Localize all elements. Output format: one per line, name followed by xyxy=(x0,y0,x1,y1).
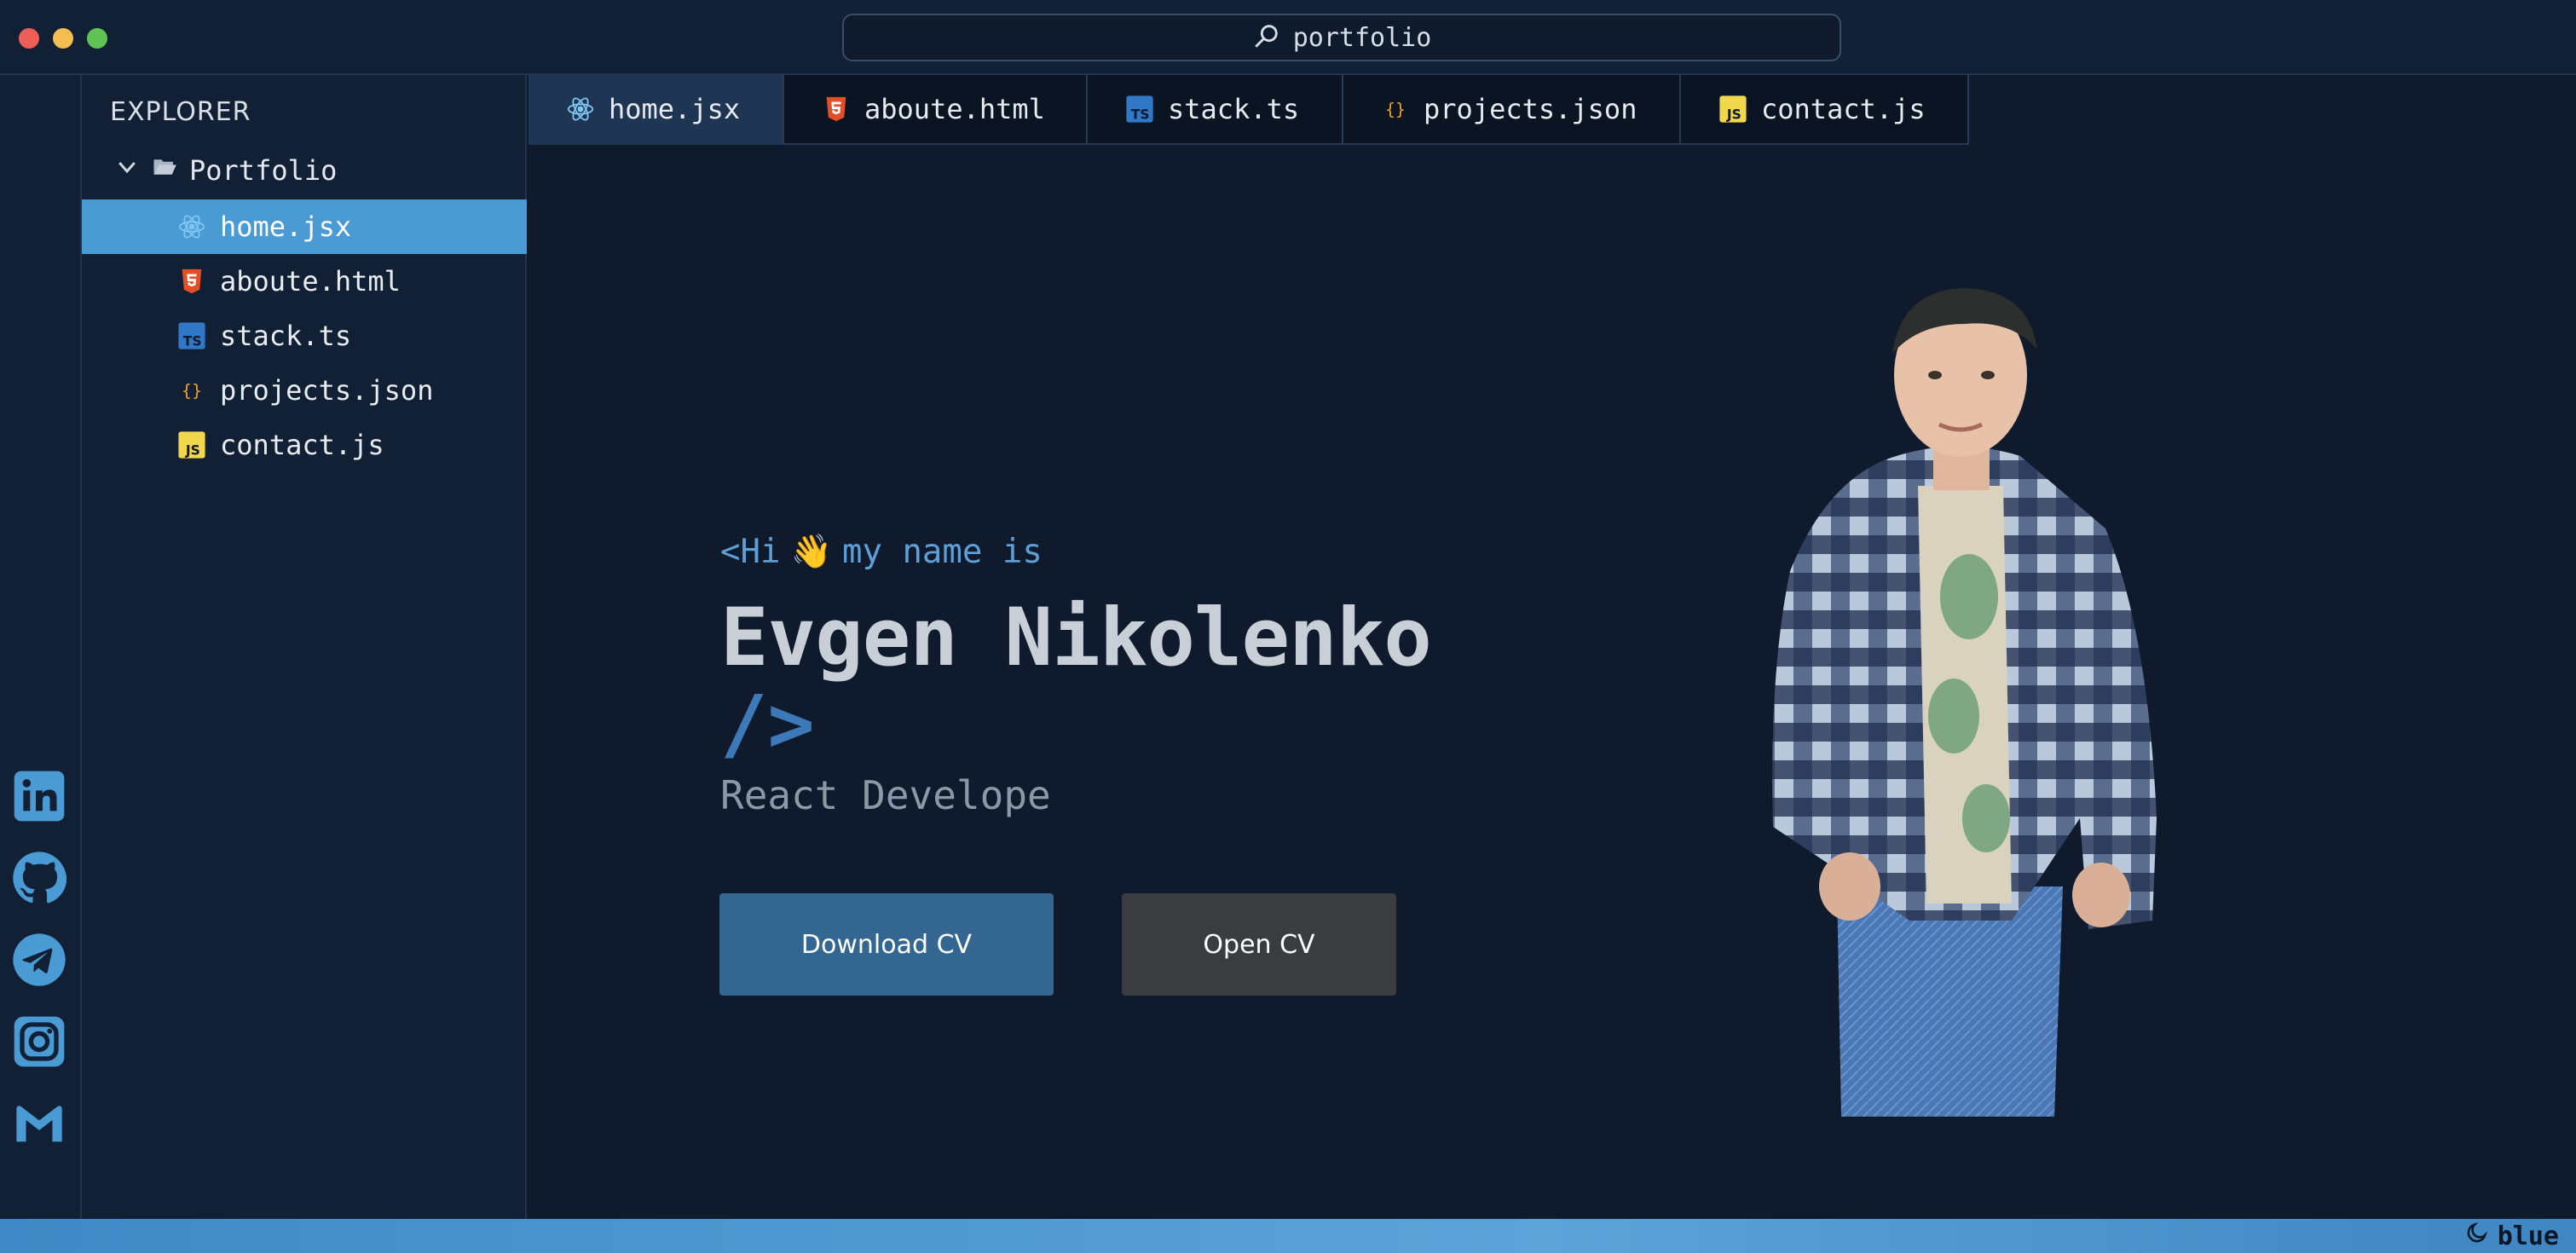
tab-label: contact.js xyxy=(1761,93,1926,125)
status-bar: blue xyxy=(0,1219,2576,1253)
editor-tabs: home.jsx aboute.html TS stack.ts {} proj… xyxy=(528,75,1969,145)
tab-stack-ts[interactable]: TS stack.ts xyxy=(1088,75,1343,145)
greeting-prefix: <Hi xyxy=(720,532,781,571)
javascript-icon: JS xyxy=(177,430,206,459)
explorer-file-stack-ts[interactable]: TS stack.ts xyxy=(82,309,527,363)
close-window-button[interactable] xyxy=(19,28,39,49)
maximize-window-button[interactable] xyxy=(87,28,107,49)
open-cv-button[interactable]: Open CV xyxy=(1122,893,1396,996)
download-cv-button[interactable]: Download CV xyxy=(719,893,1054,996)
instagram-icon[interactable] xyxy=(12,1014,66,1069)
html5-icon xyxy=(177,267,206,296)
file-explorer: EXPLORER Portfolio home.jsx aboute.html … xyxy=(82,75,527,1219)
hero-greeting: <Hi 👋 my name is xyxy=(720,532,1043,572)
gmail-icon[interactable] xyxy=(12,1096,66,1151)
tab-projects-json[interactable]: {} projects.json xyxy=(1343,75,1681,145)
react-icon xyxy=(177,212,206,241)
github-icon[interactable] xyxy=(12,851,67,905)
svg-text:TS: TS xyxy=(1131,107,1150,122)
javascript-icon: JS xyxy=(1718,95,1747,124)
theme-label: blue xyxy=(2497,1221,2559,1251)
html5-icon xyxy=(822,95,851,124)
tab-contact-js[interactable]: JS contact.js xyxy=(1681,75,1969,145)
explorer-file-contact-js[interactable]: JS contact.js xyxy=(82,418,527,472)
json-icon: {} xyxy=(177,376,206,405)
tab-label: stack.ts xyxy=(1168,93,1300,125)
explorer-file-projects-json[interactable]: {} projects.json xyxy=(82,363,527,418)
react-icon xyxy=(566,95,595,124)
closing-tag: /> xyxy=(720,678,815,770)
file-label: stack.ts xyxy=(220,320,352,352)
folder-open-icon xyxy=(152,154,177,187)
search-icon xyxy=(1252,21,1281,54)
telegram-icon[interactable] xyxy=(12,933,66,987)
svg-text:{}: {} xyxy=(182,381,202,401)
search-text: portfolio xyxy=(1292,22,1432,53)
profile-photo xyxy=(1772,288,2157,1117)
social-sidebar xyxy=(0,75,82,1219)
tab-label: projects.json xyxy=(1424,93,1637,125)
chevron-down-icon xyxy=(114,154,140,187)
svg-text:JS: JS xyxy=(185,442,200,458)
file-label: aboute.html xyxy=(220,265,401,297)
moon-icon xyxy=(2465,1221,2489,1251)
explorer-file-aboute-html[interactable]: aboute.html xyxy=(82,254,527,309)
json-icon: {} xyxy=(1381,95,1410,124)
file-label: home.jsx xyxy=(220,211,352,243)
hero-name: Evgen Nikolenko xyxy=(720,592,1432,684)
folder-label: Portfolio xyxy=(189,154,338,187)
tab-label: home.jsx xyxy=(609,93,741,125)
tab-label: aboute.html xyxy=(864,93,1045,125)
explorer-file-home-jsx[interactable]: home.jsx xyxy=(82,199,527,254)
svg-text:JS: JS xyxy=(1726,107,1741,122)
search-bar[interactable]: portfolio xyxy=(842,14,1841,61)
svg-text:{}: {} xyxy=(1385,100,1406,119)
tab-aboute-html[interactable]: aboute.html xyxy=(784,75,1088,145)
hero-role: React Develope xyxy=(720,772,1051,818)
minimize-window-button[interactable] xyxy=(53,28,73,49)
svg-text:TS: TS xyxy=(183,333,202,349)
title-bar: portfolio xyxy=(0,0,2576,75)
file-label: contact.js xyxy=(220,429,384,461)
explorer-title: EXPLORER xyxy=(110,97,251,127)
waving-hand-emoji: 👋 xyxy=(790,533,833,571)
typescript-icon: TS xyxy=(177,321,206,350)
folder-portfolio[interactable]: Portfolio xyxy=(114,152,337,189)
file-label: projects.json xyxy=(220,374,434,407)
greeting-suffix: my name is xyxy=(842,532,1043,571)
linkedin-icon[interactable] xyxy=(12,769,66,823)
tab-home-jsx[interactable]: home.jsx xyxy=(528,75,784,145)
theme-toggle[interactable]: blue xyxy=(2465,1221,2559,1251)
typescript-icon: TS xyxy=(1125,95,1154,124)
